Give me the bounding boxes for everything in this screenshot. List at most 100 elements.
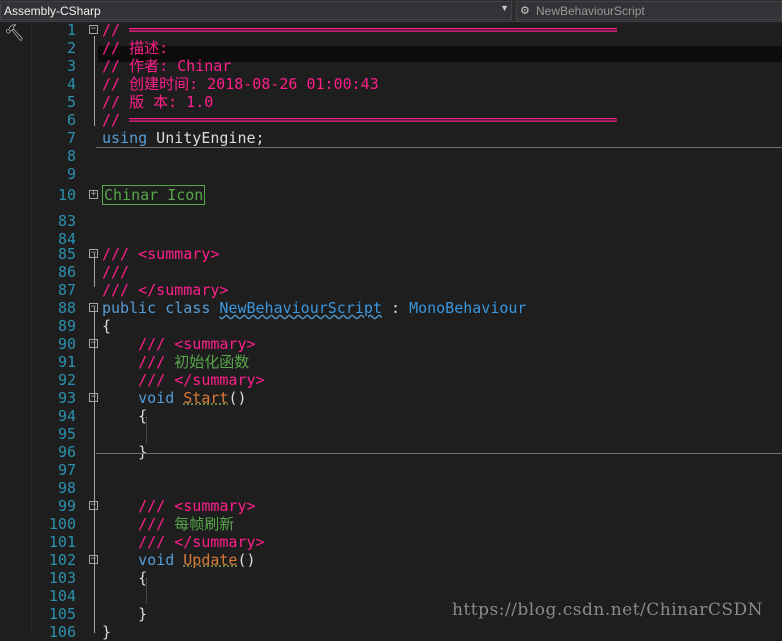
code-text: } [102, 443, 147, 461]
code-text: /// [102, 263, 129, 281]
class-dropdown[interactable]: ⚙ NewBehaviourScript [516, 1, 782, 20]
code-text: /// </summary> [102, 281, 228, 299]
line-number: 100 [48, 515, 76, 533]
code-line[interactable]: 91 /// 初始化函数 [0, 353, 782, 371]
code-line[interactable]: 1 −// ═══════════════════════════════════… [0, 21, 782, 39]
code-token: void [102, 551, 184, 569]
code-text: } [102, 623, 111, 641]
code-line[interactable]: 88−public class NewBehaviourScript : Mon… [0, 299, 782, 317]
code-token: /// <summary> [102, 245, 220, 263]
code-text: using UnityEngine; [102, 129, 265, 147]
code-text: /// <summary> [102, 497, 255, 515]
code-editor[interactable]: 1 −// ═══════════════════════════════════… [0, 21, 782, 641]
outline-guide [94, 253, 95, 287]
code-token: Update [183, 551, 238, 569]
code-token: 初始化函数 [174, 353, 250, 371]
line-number: 105 [48, 605, 76, 623]
code-token: MonoBehaviour [409, 299, 527, 317]
code-line[interactable]: 7 using UnityEngine; [0, 129, 782, 147]
line-number: 83 [57, 212, 76, 230]
class-dropdown-label: NewBehaviourScript [536, 4, 645, 18]
code-token: /// </summary> [102, 533, 265, 551]
navigation-bar: Assembly-CSharp ▼ ⚙ NewBehaviourScript [0, 0, 782, 22]
line-number: 88 [57, 299, 76, 317]
code-line[interactable]: 99− /// <summary> [0, 497, 782, 515]
code-line[interactable]: 85−/// <summary> [0, 245, 782, 263]
code-line[interactable]: 100 /// 每帧刷新 [0, 515, 782, 533]
separator-line [96, 147, 782, 148]
code-line[interactable]: 6 // ════════════════════════════════════… [0, 111, 782, 129]
line-number: 1 [66, 21, 76, 39]
code-text: /// <summary> [102, 335, 255, 353]
code-line[interactable]: 89 { [0, 317, 782, 335]
code-line[interactable]: 5 // 版 本: 1.0 [0, 93, 782, 111]
line-number: 10 [57, 186, 76, 204]
code-line[interactable]: 8 [0, 147, 782, 165]
code-token: /// </summary> [102, 281, 229, 299]
code-line[interactable]: 98 [0, 479, 782, 497]
code-line[interactable]: 96 } [0, 443, 782, 461]
indent-guide [146, 578, 148, 604]
chevron-down-icon[interactable]: ▼ [500, 3, 509, 13]
code-text: // 版 本: 1.0 [102, 93, 213, 111]
expand-icon[interactable]: + [89, 190, 98, 199]
code-line[interactable]: 3 // 作者: Chinar [0, 57, 782, 75]
code-line[interactable]: 9 [0, 165, 782, 183]
code-token: // ═════════════════════════════════════… [102, 21, 617, 39]
code-token: /// [102, 263, 130, 281]
code-line[interactable]: 97 [0, 461, 782, 479]
line-number: 4 [66, 75, 76, 93]
code-line[interactable]: 93− void Start() [0, 389, 782, 407]
code-line[interactable]: 10 + Chinar Icon [0, 185, 782, 205]
code-line[interactable]: 86 /// [0, 263, 782, 281]
line-number: 6 [66, 111, 76, 129]
code-token: // 版 本: 1.0 [102, 93, 214, 111]
code-token: : [381, 299, 410, 317]
line-number: 99 [57, 497, 76, 515]
code-line[interactable]: 90− /// <summary> [0, 335, 782, 353]
code-text: // 作者: Chinar [102, 57, 231, 75]
line-number: 96 [57, 443, 76, 461]
code-text: /// 每帧刷新 [102, 515, 234, 533]
code-token: // 作者: Chinar [102, 57, 232, 75]
code-token: () [228, 389, 247, 407]
line-number: 102 [48, 551, 76, 569]
code-line[interactable]: 4 // 创建时间: 2018-08-26 01:00:43 [0, 75, 782, 93]
line-number: 86 [57, 263, 76, 281]
code-token: } [102, 443, 148, 461]
code-token: NewBehaviourScript [219, 299, 382, 317]
line-number: 101 [48, 533, 76, 551]
line-number: 92 [57, 371, 76, 389]
code-text: { [102, 407, 147, 425]
line-number: 90 [57, 335, 76, 353]
code-line[interactable]: 94 { [0, 407, 782, 425]
collapse-icon[interactable]: − [89, 25, 98, 34]
line-number: 97 [57, 461, 76, 479]
watermark: https://blog.csdn.net/ChinarCSDN [452, 600, 764, 620]
code-text: // 创建时间: 2018-08-26 01:00:43 [102, 75, 379, 93]
project-dropdown[interactable]: Assembly-CSharp ▼ [0, 1, 512, 20]
code-text: public class NewBehaviourScript : MonoBe… [102, 299, 526, 317]
code-token: } [102, 605, 148, 623]
line-number: 9 [66, 165, 76, 183]
code-line[interactable]: 92 /// </summary> [0, 371, 782, 389]
code-text: void Update() [102, 551, 255, 569]
code-line[interactable]: 83 [0, 212, 782, 230]
code-line[interactable]: 106} [0, 623, 782, 641]
code-token: 每帧刷新 [174, 515, 235, 533]
code-text: { [102, 569, 147, 587]
line-number: 85 [57, 245, 76, 263]
code-token: using [102, 129, 148, 147]
code-line[interactable]: 2 // 描述: [0, 39, 782, 57]
code-token: /// [102, 353, 175, 371]
code-line[interactable]: 95 [0, 425, 782, 443]
code-text: /// 初始化函数 [102, 353, 249, 371]
code-line[interactable]: 103 { [0, 569, 782, 587]
code-line[interactable]: 101 /// </summary> [0, 533, 782, 551]
code-line[interactable]: 87 /// </summary> [0, 281, 782, 299]
code-line[interactable]: 102− void Update() [0, 551, 782, 569]
line-number: 103 [48, 569, 76, 587]
code-text: /// </summary> [102, 533, 265, 551]
line-number: 94 [57, 407, 76, 425]
line-number: 8 [66, 147, 76, 165]
